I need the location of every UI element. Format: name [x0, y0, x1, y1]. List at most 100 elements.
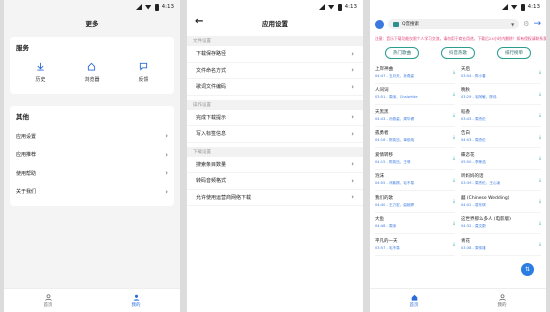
services-card: 服务 历史 浏览器 反馈 — [10, 37, 174, 94]
service-feedback[interactable]: 反馈 — [138, 62, 149, 83]
download-icon[interactable]: ⤓ — [533, 112, 541, 118]
setting-cellular-download[interactable]: 允许使用运营商网络下载 › — [187, 190, 363, 206]
category-buttons: 热门歌曲 抖音热歌 排行榜单 — [370, 44, 546, 62]
download-icon[interactable]: ⤓ — [533, 69, 541, 75]
nav-home[interactable]: 首页 — [44, 293, 53, 308]
download-icon[interactable]: ⤓ — [447, 198, 455, 204]
download-icon[interactable]: ⤓ — [533, 155, 541, 161]
row-about[interactable]: 关于我们 › — [16, 183, 168, 202]
song-item[interactable]: 青花 03:38 - 周传雄 ⤓ — [461, 234, 541, 256]
download-icon[interactable]: ⤓ — [447, 155, 455, 161]
song-name: 我们的歌 — [375, 195, 393, 201]
song-item[interactable]: 爱情转移 04:15 - 陈奕迅、王菲 ⤓ — [375, 148, 455, 170]
avatar[interactable] — [375, 19, 384, 29]
setting-download-notify[interactable]: 完成下载提示 › — [187, 110, 363, 126]
service-browser[interactable]: 浏览器 — [84, 62, 100, 83]
nav-home[interactable]: 首页 — [410, 294, 419, 308]
download-icon[interactable]: ⤓ — [533, 220, 541, 226]
setting-download-path[interactable]: 下载保存路径 › — [187, 46, 363, 63]
download-icon[interactable]: ⤓ — [533, 134, 541, 140]
nav-mine[interactable]: 我的 — [132, 294, 141, 308]
song-name: 爱情转移 — [375, 152, 393, 158]
section-header: 下载设置 — [187, 146, 363, 157]
status-bar: 4:13 — [370, 0, 546, 14]
setting-lyrics-encoding[interactable]: 歌词文件编码 › — [187, 79, 363, 96]
song-item[interactable]: 孤勇者 04:16 - 陈奕迅、单依纯 ⤓ — [375, 127, 455, 148]
download-icon[interactable]: ⤓ — [533, 241, 541, 247]
download-icon[interactable]: ⤓ — [533, 198, 541, 204]
setting-write-tags[interactable]: 写入标签信息 › — [187, 126, 363, 143]
settings-gear-icon[interactable]: ⚙ — [523, 20, 529, 28]
swap-fab-button[interactable]: ⇅ — [521, 263, 534, 276]
download-icon[interactable]: ⤓ — [447, 220, 455, 226]
douyin-songs-button[interactable]: 抖音热歌 — [441, 47, 475, 59]
battery-icon — [154, 3, 159, 11]
song-name: 青花 — [461, 238, 470, 244]
download-icon[interactable]: ⤓ — [447, 112, 455, 118]
setting-transcode-format[interactable]: 转码音频格式 › — [187, 173, 363, 190]
setting-label: 转码音频格式 — [196, 178, 227, 185]
song-name: 这世界那么多人 (电影版) — [461, 217, 511, 223]
charts-button[interactable]: 排行榜单 — [497, 47, 531, 59]
download-icon[interactable]: ⤓ — [447, 177, 455, 183]
song-item[interactable]: 这世界那么多人 (电影版) 04:32 - 莫文蔚 ⤓ — [461, 213, 541, 234]
song-item[interactable]: 蝶恋花 05:50 - 李荣浩 ⤓ — [461, 148, 541, 170]
song-name: 稻香 — [461, 109, 470, 115]
song-item[interactable]: 人间词 03:51 - 周深、Chaiwhite ⤓ — [375, 84, 455, 105]
song-item[interactable]: 天后 03:54 - 陈小春 ⤓ — [461, 62, 541, 84]
song-name: 孤勇者 — [375, 131, 389, 137]
chevron-right-icon: › — [165, 169, 168, 178]
song-item[interactable]: 囍 (Chinese Wedding) 04:02 - 葛东琪 ⤓ — [461, 191, 541, 213]
service-label: 历史 — [35, 77, 46, 83]
status-time: 4:13 — [161, 4, 174, 10]
setting-file-naming[interactable]: 文件命名方式 › — [187, 63, 363, 79]
person-icon — [133, 294, 139, 301]
song-meta: 03:54 - 陈小春 — [461, 73, 486, 78]
song-meta: 04:48 - 周深 — [375, 224, 397, 229]
search-toolbar: Q音搜索 ▼ ⚙ → — [370, 14, 546, 34]
download-icon[interactable]: ⤓ — [447, 134, 455, 140]
song-item[interactable]: 天黑黑 04:43 - 孙燕姿、周华健 ⤓ — [375, 105, 455, 127]
source-select[interactable]: Q音搜索 ▼ — [388, 19, 520, 29]
service-label: 浏览器 — [84, 77, 100, 83]
hot-songs-button[interactable]: 热门歌曲 — [385, 47, 419, 59]
song-meta: 03:38 - 周传雄 — [461, 245, 486, 250]
song-meta: 03:39 - 周杰伦、王心凌 — [461, 181, 501, 186]
song-name: 晚秋 — [461, 88, 470, 94]
song-item[interactable]: 听妈妈的话 03:39 - 周杰伦、王心凌 ⤓ — [461, 170, 541, 191]
service-history[interactable]: 历史 — [35, 62, 46, 83]
download-icon[interactable]: ⤓ — [447, 91, 455, 97]
song-meta: 04:05 - 邓紫棋、毛不易 — [375, 181, 415, 186]
other-title: 其他 — [16, 113, 29, 121]
song-item[interactable]: 上岸神曲 04:47 - 五月天、孙燕姿 ⤓ — [375, 62, 455, 84]
row-help[interactable]: 使用帮助 › — [16, 164, 168, 183]
song-item[interactable]: 大鱼 04:48 - 周深 ⤓ — [375, 213, 455, 234]
nav-mine[interactable]: 我的 — [497, 293, 507, 308]
setting-search-count[interactable]: 搜索条目数量 › — [187, 157, 363, 173]
song-meta: 04:43 - 孙燕姿、周华健 — [375, 116, 415, 121]
download-icon[interactable]: ⤓ — [533, 177, 541, 183]
chevron-down-icon: ▼ — [511, 21, 515, 27]
row-app-recommend[interactable]: 应用推荐 › — [16, 146, 168, 165]
setting-label: 搜索条目数量 — [196, 161, 227, 168]
song-item[interactable]: 平凡的一天 03:57 - 毛不易 ⤓ — [375, 234, 455, 256]
wifi-icon — [327, 4, 335, 10]
song-item[interactable]: 我们的歌 04:40 - 王力宏、曲婉婷 ⤓ — [375, 191, 455, 213]
download-icon[interactable]: ⤓ — [533, 91, 541, 97]
row-app-settings[interactable]: 应用设置 › — [16, 127, 168, 146]
back-arrow-icon[interactable]: ← — [195, 16, 203, 27]
song-name: 告白 — [461, 131, 470, 137]
song-item[interactable]: 稻香 03:43 - 周杰伦 ⤓ — [461, 105, 541, 127]
song-item[interactable]: 告白 04:03 - 周杰伦 ⤓ — [461, 127, 541, 148]
go-arrow-icon[interactable]: → — [533, 19, 541, 29]
download-icon[interactable]: ⤓ — [447, 69, 455, 75]
phone-settings-screen: 4:13 ← 应用设置 文件设置 下载保存路径 › 文件命名方式 › 歌词文件编码 ›… — [187, 0, 363, 312]
page-title: 更多 — [85, 20, 99, 28]
nav-label: 我的 — [497, 302, 507, 308]
status-time: 4:13 — [344, 4, 357, 10]
chevron-right-icon: › — [165, 132, 168, 141]
notice-marquee: 注意：音乐下载功能仅限个人学习交流，请勿用于商业用途，下载后24小时内删除！如有… — [375, 36, 546, 41]
song-item[interactable]: 泡沫 04:05 - 邓紫棋、毛不易 ⤓ — [375, 170, 455, 191]
song-item[interactable]: 晚秋 03:29 - 毛阿敏、陈伟 ⤓ — [461, 84, 541, 105]
download-icon[interactable]: ⤓ — [447, 241, 455, 247]
